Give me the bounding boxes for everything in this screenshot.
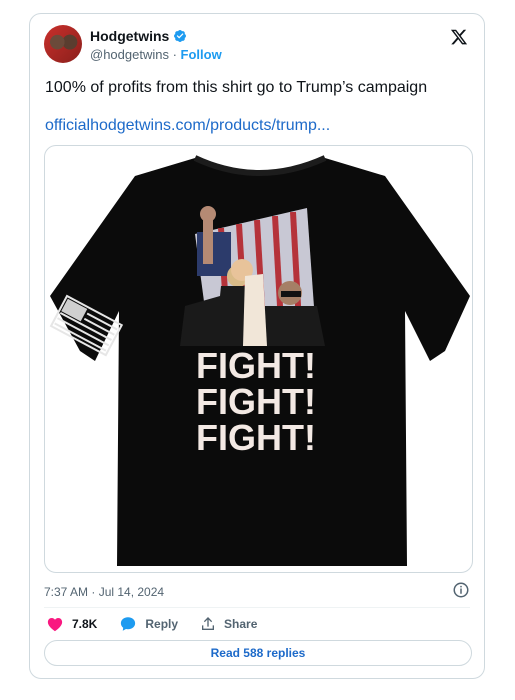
author-name-row: Hodgetwins (90, 28, 187, 44)
info-icon[interactable] (452, 581, 470, 599)
divider (44, 607, 470, 608)
x-logo-icon[interactable] (450, 28, 468, 46)
fight-text-print: FIGHT! FIGHT! FIGHT! (196, 345, 316, 458)
tweet-media-image[interactable]: FIGHT! FIGHT! FIGHT! (44, 145, 473, 573)
author-name[interactable]: Hodgetwins (90, 28, 169, 44)
tweet-link[interactable]: officialhodgetwins.com/products/trump... (45, 117, 330, 135)
reply-button[interactable]: Reply (119, 615, 178, 633)
tweet-text: 100% of profits from this shirt go to Tr… (45, 79, 428, 96)
read-replies-button[interactable]: Read 588 replies (44, 640, 472, 666)
follow-button[interactable]: Follow (181, 47, 222, 62)
reply-label: Reply (145, 617, 179, 631)
verified-badge-icon (174, 30, 187, 42)
shirt-text-line-1: FIGHT! (196, 345, 316, 386)
share-icon (202, 617, 215, 630)
avatar[interactable] (44, 25, 82, 63)
tweet-timestamp[interactable]: 7:37 AM · Jul 14, 2024 (44, 585, 164, 599)
tweet-card[interactable]: Hodgetwins @hodgetwins · Follow 100% of … (29, 13, 485, 679)
like-button[interactable]: 7.8K (46, 615, 97, 633)
reply-bubble-icon (121, 617, 136, 631)
tweet-actions: 7.8K Reply Share (46, 615, 257, 633)
shirt-text-line-2: FIGHT! (196, 381, 316, 422)
share-button[interactable]: Share (200, 616, 257, 632)
author-handle[interactable]: @hodgetwins (90, 47, 169, 62)
handle-separator: · (168, 47, 181, 62)
author-handle-row: @hodgetwins · Follow (90, 47, 222, 62)
shirt-text-line-3: FIGHT! (196, 417, 316, 458)
share-label: Share (224, 617, 258, 631)
heart-icon (47, 618, 63, 632)
likes-count: 7.8K (72, 617, 98, 631)
tshirt-image: FIGHT! FIGHT! FIGHT! (49, 155, 470, 566)
